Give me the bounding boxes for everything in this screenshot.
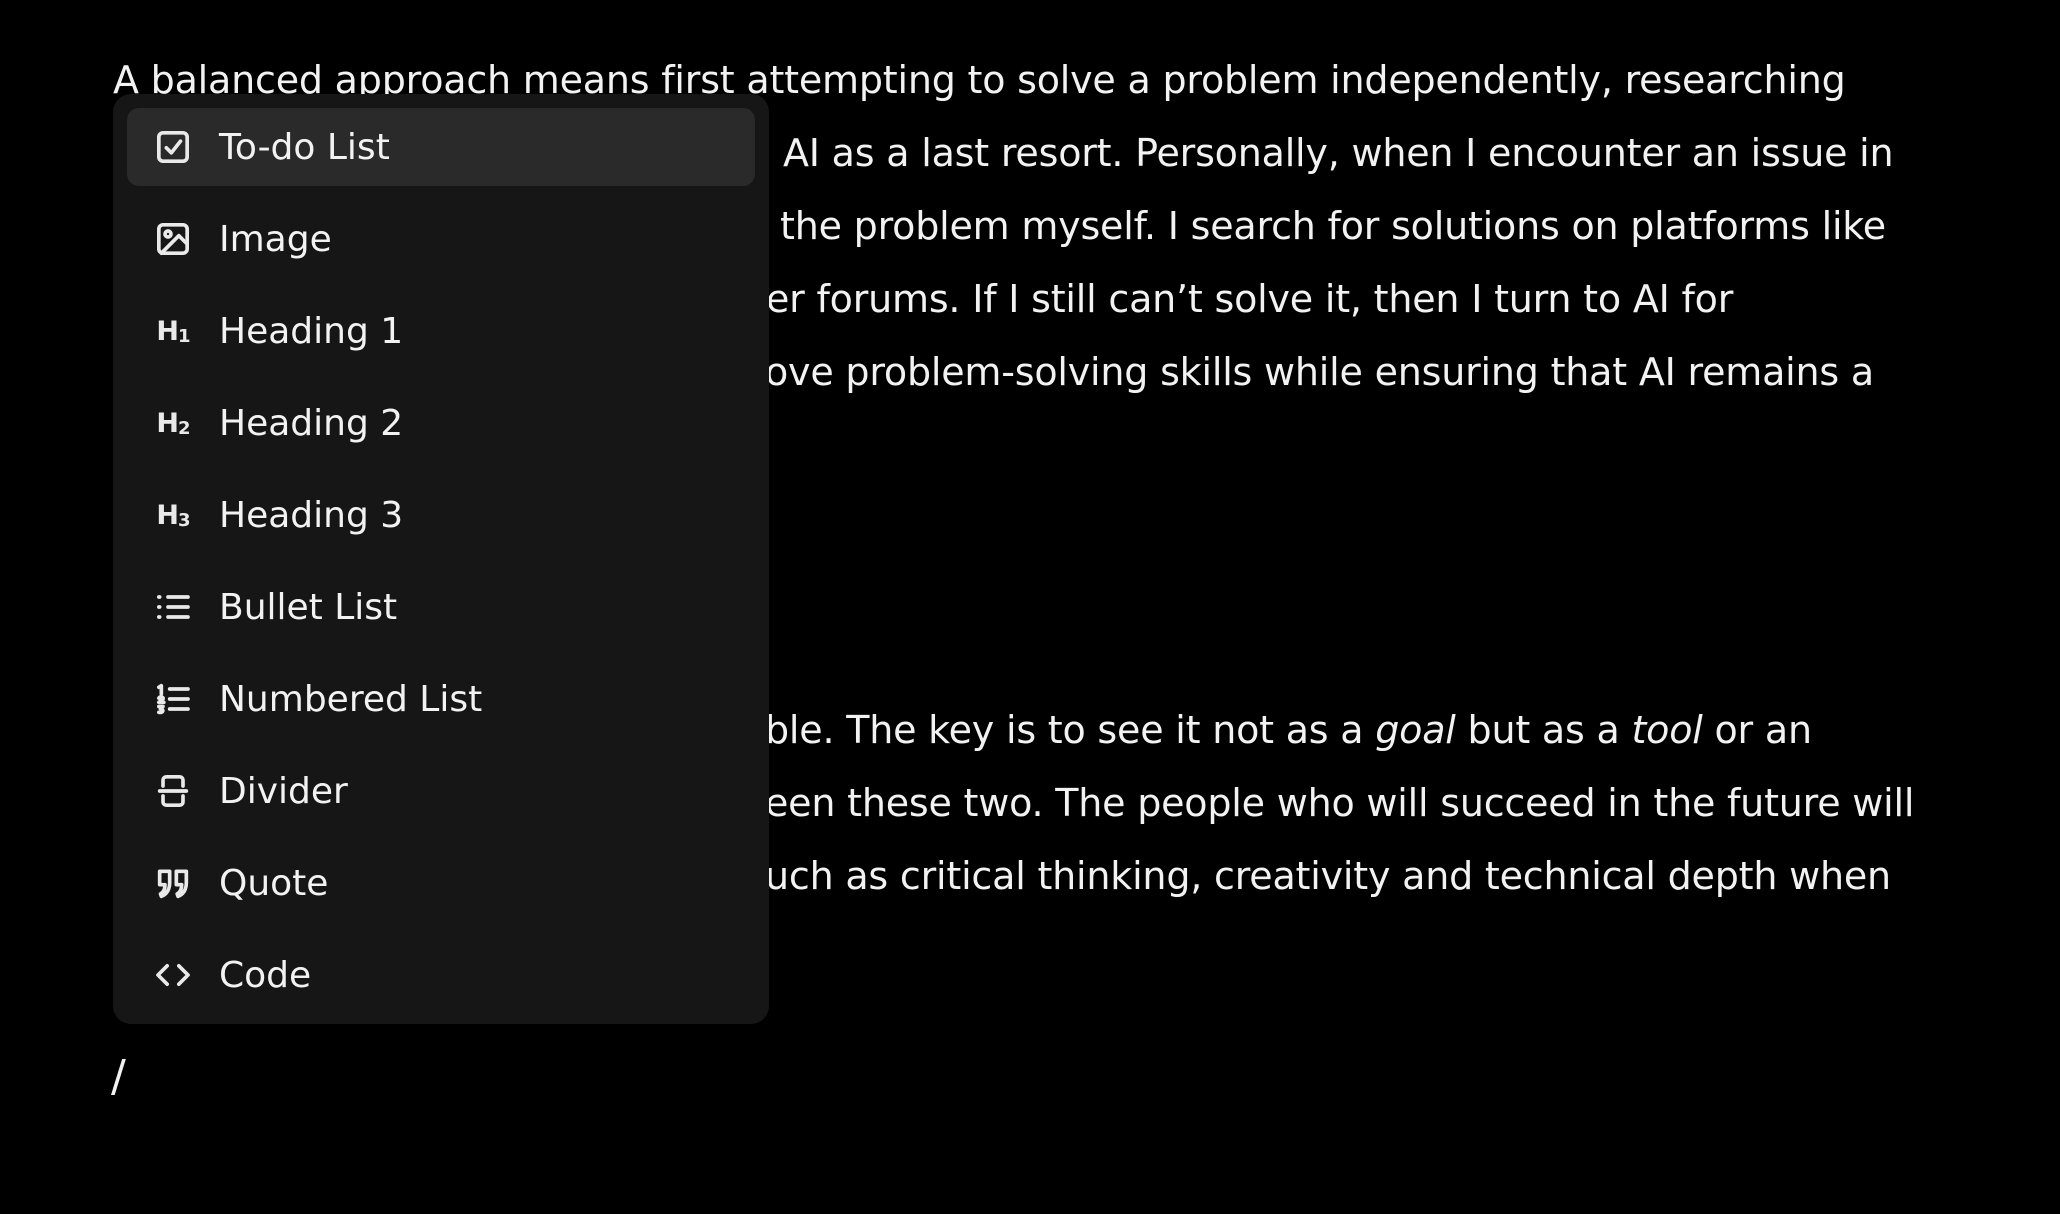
slash-command-input[interactable]: / [111,1040,126,1113]
menu-item-heading-3[interactable]: H3 Heading 3 [127,476,755,554]
text-line: ble. The key is to see it not as a goal … [765,708,1812,752]
menu-item-image[interactable]: Image [127,200,755,278]
menu-item-label: Numbered List [219,678,483,720]
heading-1-icon: H1 [156,315,190,347]
image-icon [127,219,219,259]
slash-command-menu: To-do List Image H1 Heading 1 H2 Heading… [113,94,769,1024]
text-line: the problem myself. I search for solutio… [780,204,1886,248]
menu-item-quote[interactable]: Quote [127,844,755,922]
heading-2-icon: H2 [156,407,190,439]
menu-item-label: To-do List [219,126,390,168]
text-line: ove problem-solving skills while ensurin… [765,350,1874,394]
text-line: uch as critical thinking, creativity and… [765,854,1891,898]
menu-item-heading-1[interactable]: H1 Heading 1 [127,292,755,370]
menu-item-todo-list[interactable]: To-do List [127,108,755,186]
text-line: een these two. The people who will succe… [765,781,1915,825]
menu-item-label: Heading 3 [219,494,404,536]
menu-item-numbered-list[interactable]: Numbered List [127,660,755,738]
menu-item-label: Quote [219,862,329,904]
numbered-list-icon [127,679,219,719]
code-icon [127,955,219,995]
menu-item-label: Code [219,954,312,996]
italic-text: tool [1631,708,1703,752]
text-line: AI as a last resort. Personally, when I … [783,131,1894,175]
menu-item-bullet-list[interactable]: Bullet List [127,568,755,646]
heading-3-icon: H3 [156,499,190,531]
bullet-list-icon [127,587,219,627]
menu-item-divider[interactable]: Divider [127,752,755,830]
quote-icon [127,863,219,903]
menu-item-label: Image [219,218,332,260]
divider-icon [127,771,219,811]
menu-item-label: Heading 1 [219,310,404,352]
menu-item-label: Divider [219,770,348,812]
italic-text: goal [1375,708,1456,752]
menu-item-label: Bullet List [219,586,398,628]
menu-item-heading-2[interactable]: H2 Heading 2 [127,384,755,462]
text-line: er forums. If I still can’t solve it, th… [766,277,1734,321]
checkbox-icon [127,127,219,167]
menu-item-label: Heading 2 [219,402,404,444]
menu-item-code[interactable]: Code [127,936,755,1014]
